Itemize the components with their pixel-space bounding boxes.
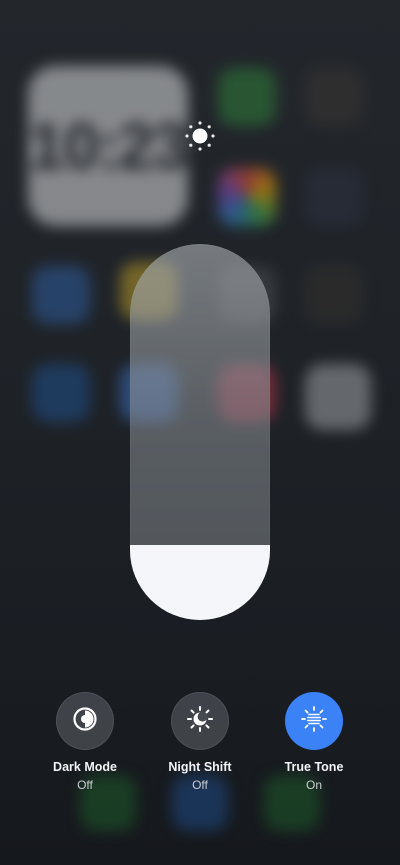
- dark-mode-label: Dark Mode: [53, 760, 117, 774]
- app-icon: [305, 168, 363, 226]
- app-icon: [32, 266, 90, 324]
- dark-mode-state: Off: [77, 778, 93, 792]
- night-shift-button[interactable]: [171, 692, 229, 750]
- display-controls: Dark Mode Off Night Shift Off True Tone …: [0, 692, 400, 802]
- app-icon: [32, 364, 90, 422]
- dark-mode-icon: [71, 705, 99, 738]
- clock-widget-time: 10:23: [28, 109, 190, 183]
- true-tone-state: On: [305, 778, 322, 792]
- brightness-slider[interactable]: [130, 244, 270, 620]
- brightness-level-fill: [130, 544, 270, 620]
- sun-icon: [180, 116, 220, 156]
- photos-app-icon: [218, 168, 276, 226]
- clock-widget: 10:23: [28, 66, 190, 226]
- true-tone-label: True Tone: [284, 760, 344, 774]
- brightness-control-overlay: 10:23 Dark Mode Off Night Shift Off True…: [0, 0, 400, 865]
- app-icon: [305, 364, 371, 430]
- dark-mode-button[interactable]: [56, 692, 114, 750]
- true-tone-control: True Tone On: [259, 692, 369, 792]
- dark-mode-control: Dark Mode Off: [30, 692, 140, 792]
- night-shift-label: Night Shift: [168, 760, 232, 774]
- night-shift-state: Off: [192, 778, 208, 792]
- app-icon: [305, 266, 363, 324]
- night-shift-control: Night Shift Off: [145, 692, 255, 792]
- night-shift-icon: [185, 704, 215, 739]
- true-tone-icon: [299, 704, 329, 739]
- app-icon: [305, 68, 363, 126]
- true-tone-button[interactable]: [285, 692, 343, 750]
- app-icon: [218, 68, 276, 126]
